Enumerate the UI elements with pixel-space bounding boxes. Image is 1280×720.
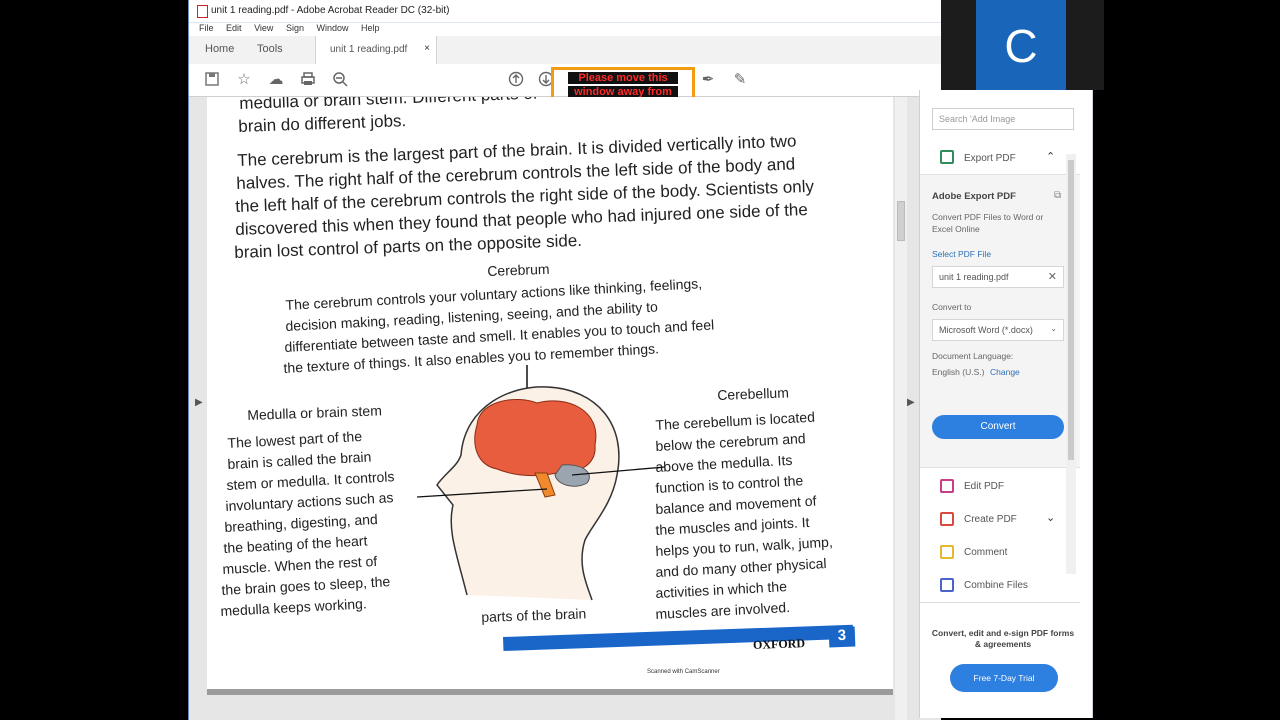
- page-number: 3: [828, 626, 856, 648]
- convert-button[interactable]: Convert: [932, 415, 1064, 439]
- combine-files-icon: [940, 578, 954, 592]
- pdf-page: medulla or brain stem. Different parts o…: [207, 97, 893, 689]
- warning-overlay: Please move this window away from: [551, 67, 695, 101]
- star-icon[interactable]: ☆: [235, 71, 253, 89]
- menu-help[interactable]: Help: [361, 23, 380, 33]
- panel-divider: [920, 602, 1080, 603]
- select-pdf-link[interactable]: Select PDF File: [932, 249, 991, 259]
- intro-line-2: brain do different jobs.: [238, 111, 407, 136]
- save-icon[interactable]: [203, 71, 221, 89]
- acrobat-window: unit 1 reading.pdf - Adobe Acrobat Reade…: [188, 0, 1093, 720]
- change-language-link[interactable]: Change: [990, 367, 1020, 377]
- print-icon[interactable]: [299, 71, 317, 89]
- window-title: unit 1 reading.pdf - Adobe Acrobat Reade…: [211, 5, 450, 16]
- document-language-label: Document Language:: [932, 351, 1014, 361]
- right-pane-collapse-icon[interactable]: ▶: [907, 397, 915, 408]
- tool-create-pdf-label: Create PDF: [964, 514, 1017, 525]
- tools-search-input[interactable]: Search 'Add Image: [932, 108, 1074, 130]
- tool-edit-pdf[interactable]: Edit PDF: [920, 474, 1080, 500]
- free-trial-button[interactable]: Free 7-Day Trial: [950, 664, 1058, 692]
- page-bottom-edge: [207, 689, 893, 695]
- document-language-value: English (U.S.): [932, 367, 985, 377]
- menu-bar: File Edit View Sign Window Help: [189, 22, 941, 36]
- copy-icon[interactable]: ⧉: [1054, 190, 1061, 201]
- export-pdf-icon: [940, 150, 954, 164]
- tab-tools[interactable]: Tools: [257, 43, 283, 55]
- edit-pdf-icon: [940, 479, 954, 493]
- tab-document[interactable]: unit 1 reading.pdf ×: [315, 36, 437, 64]
- menu-file[interactable]: File: [199, 23, 214, 33]
- cerebrum-shape: [474, 398, 597, 477]
- tab-document-label: unit 1 reading.pdf: [330, 44, 408, 55]
- medulla-heading: Medulla or brain stem: [247, 402, 383, 423]
- publisher-label: OXFORD: [752, 636, 806, 652]
- brain-head-diagram: [417, 365, 666, 601]
- chevron-down-icon[interactable]: ⌄: [1046, 511, 1055, 524]
- tool-comment[interactable]: Comment: [920, 540, 1080, 566]
- menu-sign[interactable]: Sign: [286, 23, 304, 33]
- tool-combine-files-label: Combine Files: [964, 580, 1028, 591]
- document-area: ▶ medulla or brain stem. Different parts…: [189, 97, 941, 720]
- comment-icon: [940, 545, 954, 559]
- tools-pane-scroll-thumb[interactable]: [1068, 160, 1074, 460]
- create-pdf-icon: [940, 512, 954, 526]
- diagram-caption: parts of the brain: [481, 605, 587, 625]
- document-scrollbar[interactable]: [895, 97, 907, 720]
- tools-pane: Search 'Add Image Export PDF ⌃ Adobe Exp…: [919, 90, 1093, 718]
- menu-edit[interactable]: Edit: [226, 23, 242, 33]
- export-description: Convert PDF Files to Word or Excel Onlin…: [932, 212, 1044, 234]
- tools-pane-scrollbar[interactable]: [1066, 154, 1076, 574]
- export-pdf-panel: Adobe Export PDF ⧉ Convert PDF Files to …: [920, 174, 1080, 468]
- selected-file-field[interactable]: unit 1 reading.pdf ✕: [932, 266, 1064, 288]
- convert-to-label: Convert to: [932, 302, 972, 312]
- tool-edit-pdf-label: Edit PDF: [964, 481, 1005, 492]
- menu-window[interactable]: Window: [316, 23, 348, 33]
- cerebellum-heading: Cerebellum: [717, 384, 790, 403]
- edit-icon[interactable]: ✎: [731, 71, 749, 89]
- page-up-icon[interactable]: [507, 71, 525, 89]
- scrollbar-thumb[interactable]: [897, 201, 905, 241]
- close-tab-icon[interactable]: ×: [424, 43, 430, 54]
- convert-format-select[interactable]: Microsoft Word (*.docx) ⌄: [932, 319, 1064, 341]
- pdf-app-icon: [197, 5, 208, 18]
- title-bar: unit 1 reading.pdf - Adobe Acrobat Reade…: [189, 0, 941, 23]
- remove-file-icon[interactable]: ✕: [1048, 270, 1057, 283]
- toolbar: ☆ ☁ Please move this window away from ✒ …: [189, 64, 941, 101]
- scanner-credit: Scanned with CamScanner: [647, 669, 720, 675]
- chevron-up-icon[interactable]: ⌃: [1046, 150, 1055, 163]
- chevron-down-icon: ⌄: [1050, 324, 1057, 333]
- convert-format-value: Microsoft Word (*.docx): [939, 325, 1033, 335]
- cloud-upload-icon[interactable]: ☁: [267, 71, 285, 89]
- tabs-bar: Home Tools unit 1 reading.pdf ×: [189, 36, 941, 65]
- cerebrum-heading: Cerebrum: [487, 260, 550, 279]
- tool-create-pdf[interactable]: Create PDF ⌄: [920, 507, 1080, 533]
- channel-logo: C: [976, 0, 1066, 90]
- tool-comment-label: Comment: [964, 547, 1008, 558]
- menu-view[interactable]: View: [254, 23, 273, 33]
- left-pane-toggle-icon[interactable]: ▶: [195, 397, 203, 408]
- sign-icon[interactable]: ✒: [699, 71, 717, 89]
- export-heading: Adobe Export PDF: [932, 191, 1016, 202]
- zoom-out-icon[interactable]: [331, 71, 349, 89]
- export-pdf-label: Export PDF: [964, 153, 1016, 164]
- tool-combine-files[interactable]: Combine Files: [920, 573, 1080, 599]
- selected-file-name: unit 1 reading.pdf: [939, 272, 1009, 282]
- export-pdf-header[interactable]: Export PDF ⌃: [920, 146, 1080, 172]
- promo-text: Convert, edit and e-sign PDF forms & agr…: [931, 628, 1075, 649]
- tab-home[interactable]: Home: [205, 43, 234, 55]
- warning-line-1: Please move this: [568, 72, 678, 84]
